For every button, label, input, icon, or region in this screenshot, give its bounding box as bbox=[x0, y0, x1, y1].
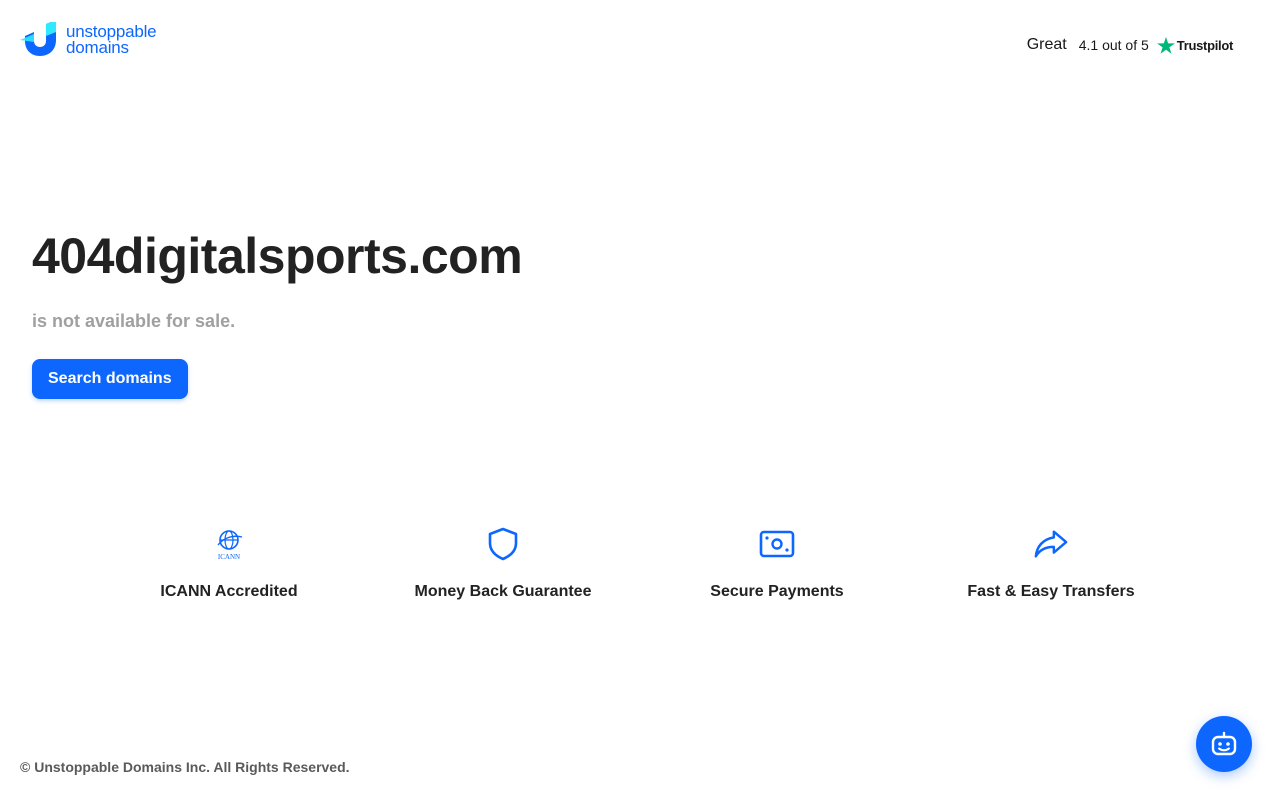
star-icon bbox=[1156, 36, 1175, 54]
chatbot-icon bbox=[1211, 731, 1237, 756]
hero-section: 404digitalsports.com is not available fo… bbox=[32, 227, 523, 399]
share-arrow-icon bbox=[1034, 530, 1068, 558]
brand-logo[interactable]: unstoppable domains bbox=[20, 22, 157, 58]
feature-transfers: Fast & Easy Transfers bbox=[931, 526, 1171, 601]
domain-name: 404digitalsports.com bbox=[32, 228, 523, 284]
brand-wordmark: unstoppable domains bbox=[66, 23, 157, 57]
brand-line-2: domains bbox=[66, 38, 129, 57]
trustpilot-brand-name: Trustpilot bbox=[1176, 37, 1234, 53]
feature-money-back: Money Back Guarantee bbox=[383, 526, 623, 601]
feature-label: ICANN Accredited bbox=[160, 583, 298, 600]
feature-label: Fast & Easy Transfers bbox=[967, 583, 1135, 600]
feature-label: Money Back Guarantee bbox=[414, 583, 592, 600]
payment-card-icon bbox=[759, 530, 795, 558]
trustpilot-rating-word: Great bbox=[1026, 36, 1067, 53]
shield-icon bbox=[488, 527, 518, 561]
icann-icon: ICANN bbox=[217, 530, 243, 561]
trustpilot-score: 4.1 out of 5 bbox=[1078, 37, 1149, 53]
feature-secure-payments: Secure Payments bbox=[657, 526, 897, 601]
chat-button[interactable] bbox=[1196, 716, 1252, 772]
footer-copyright: © Unstoppable Domains Inc. All Rights Re… bbox=[20, 759, 350, 775]
icann-icon-text: ICANN bbox=[218, 553, 240, 561]
feature-label: Secure Payments bbox=[710, 583, 844, 600]
availability-status: is not available for sale. bbox=[32, 311, 236, 331]
trustpilot-widget[interactable]: Great 4.1 out of 5 Trustpilot bbox=[1027, 36, 1233, 54]
trustpilot-brand: Trustpilot bbox=[1156, 36, 1234, 54]
search-domains-button[interactable]: Search domains bbox=[32, 359, 188, 399]
unstoppable-domains-logo-icon bbox=[20, 22, 56, 56]
feature-icann: ICANN ICANN Accredited bbox=[109, 526, 349, 601]
